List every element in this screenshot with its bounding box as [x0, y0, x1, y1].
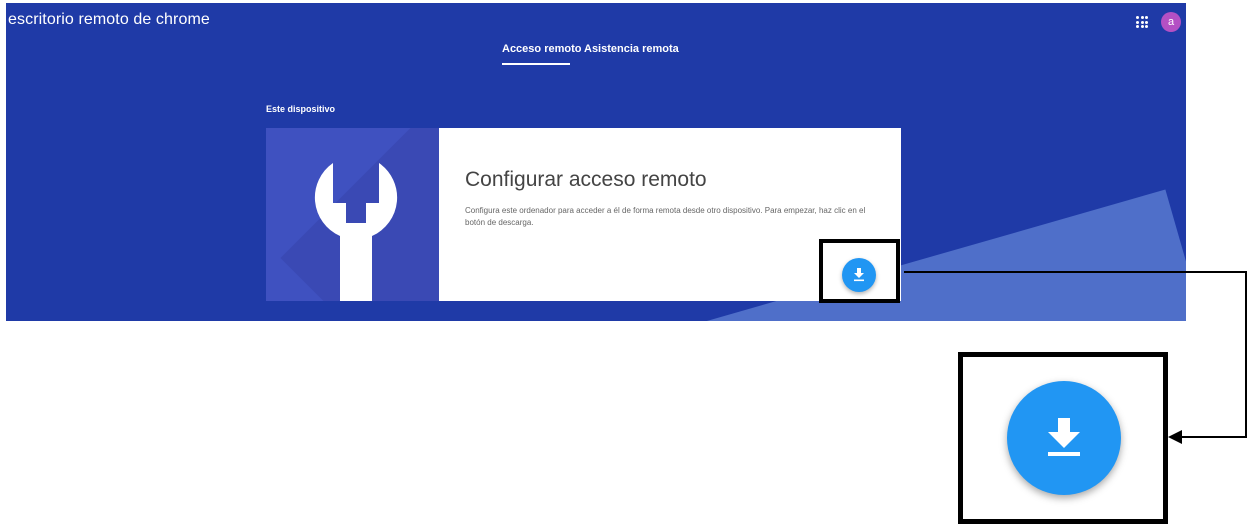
download-button-zoomed[interactable]	[1007, 381, 1121, 495]
download-icon	[1048, 418, 1080, 456]
